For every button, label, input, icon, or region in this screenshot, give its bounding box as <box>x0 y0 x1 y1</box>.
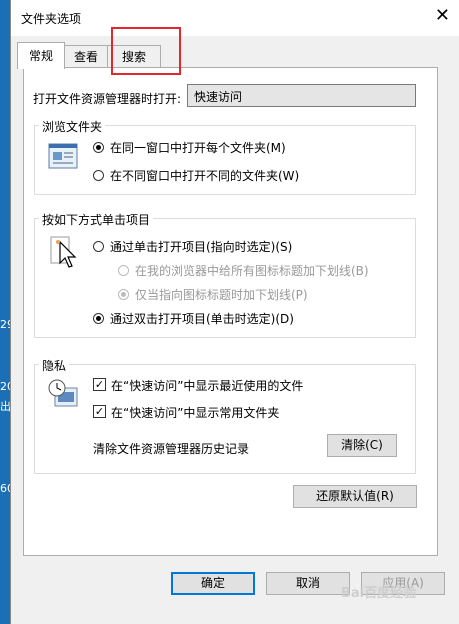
underline-point-label[interactable]: 仅当指向图标标题时加下划线(P) <box>135 286 308 303</box>
same-window-label[interactable]: 在同一窗口中打开每个文件夹(M) <box>110 139 286 156</box>
radio-new-window[interactable] <box>93 170 104 181</box>
underline-all-label[interactable]: 在我的浏览器中给所有图标标题加下划线(B) <box>135 262 369 279</box>
tab-view[interactable]: 查看 <box>63 45 109 68</box>
watermark: Bai百度经验 <box>341 586 417 601</box>
browse-folders-title: 浏览文件夹 <box>39 118 106 135</box>
privacy-title: 隐私 <box>39 357 70 374</box>
browse-folders-group <box>34 125 416 195</box>
single-click-label[interactable]: 通过单击打开项目(指向时选定)(S) <box>110 238 292 255</box>
double-click-label[interactable]: 通过双击打开项目(单击时选定)(D) <box>110 310 294 327</box>
checkbox-frequent-folders[interactable]: ✓ <box>93 405 106 418</box>
open-explorer-label: 打开文件资源管理器时打开: <box>33 92 182 106</box>
cancel-button[interactable]: 取消 <box>266 572 350 595</box>
new-window-label[interactable]: 在不同窗口中打开不同的文件夹(W) <box>110 167 299 184</box>
clear-history-button[interactable]: 清除(C) <box>327 434 397 457</box>
search-tab-highlight <box>111 27 181 75</box>
tab-general[interactable]: 常规 <box>17 42 65 69</box>
close-icon[interactable]: ✕ <box>435 7 450 25</box>
folder-options-dialog: 文件夹选项 ✕ 常规 查看 搜索 打开文件资源管理器时打开: 快速访问 ⌄ 浏览… <box>10 0 459 624</box>
radio-double-click[interactable] <box>93 313 104 324</box>
open-explorer-select[interactable]: 快速访问 ⌄ <box>187 84 416 107</box>
radio-underline-all[interactable] <box>118 265 129 276</box>
frequent-folders-label[interactable]: 在“快速访问”中显示常用文件夹 <box>111 404 279 421</box>
window-title: 文件夹选项 <box>21 12 82 26</box>
radio-underline-point[interactable] <box>118 289 129 300</box>
radio-single-click[interactable] <box>93 241 104 252</box>
folder-window-icon <box>48 143 78 172</box>
pointer-click-icon <box>49 236 79 275</box>
ok-button[interactable]: 确定 <box>171 572 255 595</box>
clock-history-icon <box>47 378 79 411</box>
recent-files-label[interactable]: 在“快速访问”中显示最近使用的文件 <box>111 377 303 394</box>
radio-same-window[interactable] <box>93 142 104 153</box>
checkbox-recent-files[interactable]: ✓ <box>93 378 106 391</box>
chevron-down-icon: ⌄ <box>194 87 203 98</box>
click-items-title: 按如下方式单击项目 <box>39 211 154 228</box>
clear-history-label: 清除文件资源管理器历史记录 <box>93 442 250 456</box>
restore-defaults-button[interactable]: 还原默认值(R) <box>293 485 417 508</box>
title-bar: 文件夹选项 ✕ <box>11 0 459 36</box>
